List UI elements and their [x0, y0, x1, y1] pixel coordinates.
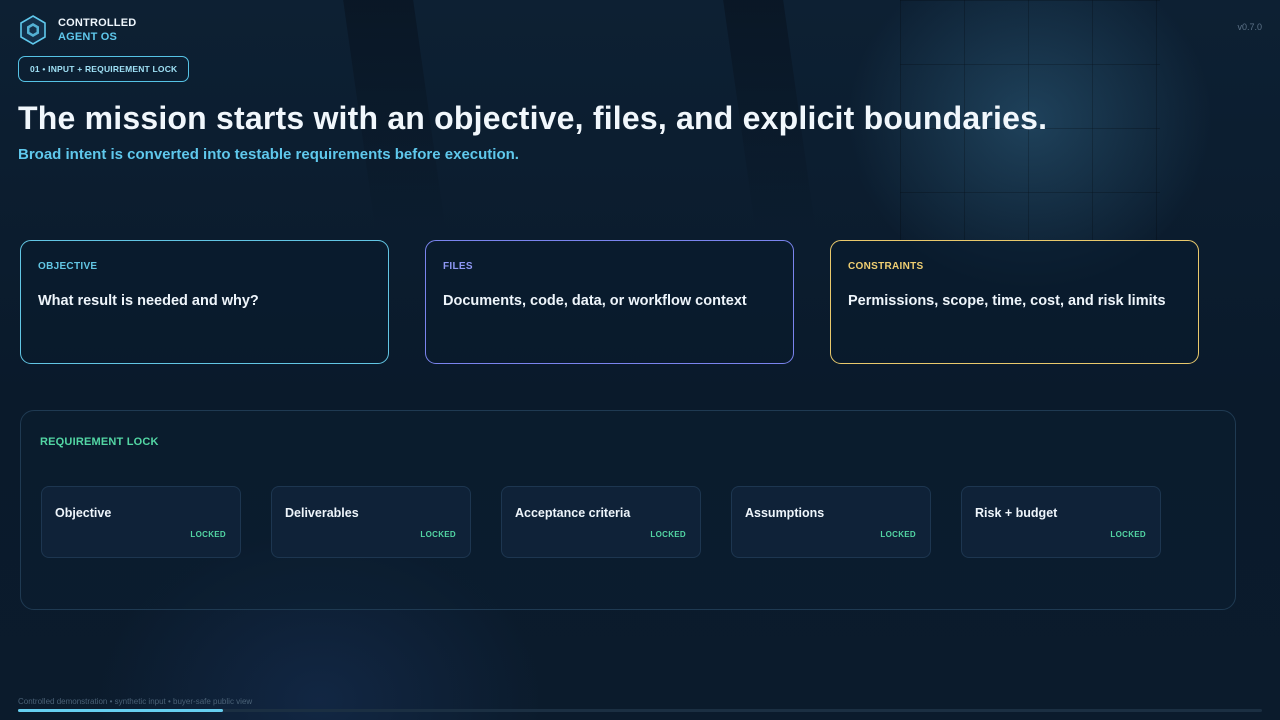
- lock-item-deliverables: Deliverables LOCKED: [271, 486, 471, 558]
- card-text: Permissions, scope, time, cost, and risk…: [848, 293, 1166, 309]
- lock-item-name: Assumptions: [745, 506, 825, 520]
- version-label: v0.7.0: [1237, 22, 1262, 32]
- footer-note: Controlled demonstration • synthetic inp…: [18, 697, 253, 706]
- lock-item-risk-budget: Risk + budget LOCKED: [961, 486, 1161, 558]
- brand-subname: AGENT OS: [58, 31, 118, 43]
- card-label: FILES: [443, 261, 473, 272]
- brand: CONTROLLED AGENT OS: [20, 15, 136, 45]
- page-title: The mission starts with an objective, fi…: [18, 100, 1048, 136]
- objective-card: OBJECTIVE What result is needed and why?: [20, 240, 389, 364]
- lock-item-acceptance-criteria: Acceptance criteria LOCKED: [501, 486, 701, 558]
- page-subtitle: Broad intent is converted into testable …: [18, 146, 519, 163]
- lock-status-badge: LOCKED: [650, 530, 686, 539]
- requirement-lock-panel: REQUIREMENT LOCK Objective LOCKED Delive…: [20, 410, 1236, 610]
- step-badge: 01 • INPUT + REQUIREMENT LOCK: [18, 56, 190, 82]
- lock-item-name: Objective: [55, 506, 112, 520]
- progress-bar: [18, 709, 1262, 712]
- card-label: OBJECTIVE: [38, 261, 98, 272]
- requirement-lock-title: REQUIREMENT LOCK: [40, 436, 159, 448]
- lock-item-objective: Objective LOCKED: [41, 486, 241, 558]
- lock-item-name: Deliverables: [285, 506, 359, 520]
- lock-status-badge: LOCKED: [190, 530, 226, 539]
- files-card: FILES Documents, code, data, or workflow…: [425, 240, 794, 364]
- constraints-card: CONSTRAINTS Permissions, scope, time, co…: [830, 240, 1199, 364]
- card-text: What result is needed and why?: [38, 293, 259, 309]
- lock-status-badge: LOCKED: [880, 530, 916, 539]
- progress-fill: [18, 709, 224, 712]
- hexagon-logo-icon: [20, 15, 46, 45]
- lock-item-assumptions: Assumptions LOCKED: [731, 486, 931, 558]
- lock-status-badge: LOCKED: [1110, 530, 1146, 539]
- brand-name: CONTROLLED: [58, 17, 137, 29]
- lock-item-name: Risk + budget: [975, 506, 1058, 520]
- card-label: CONSTRAINTS: [848, 261, 924, 272]
- lock-status-badge: LOCKED: [420, 530, 456, 539]
- lock-item-name: Acceptance criteria: [515, 506, 631, 520]
- card-text: Documents, code, data, or workflow conte…: [443, 293, 747, 309]
